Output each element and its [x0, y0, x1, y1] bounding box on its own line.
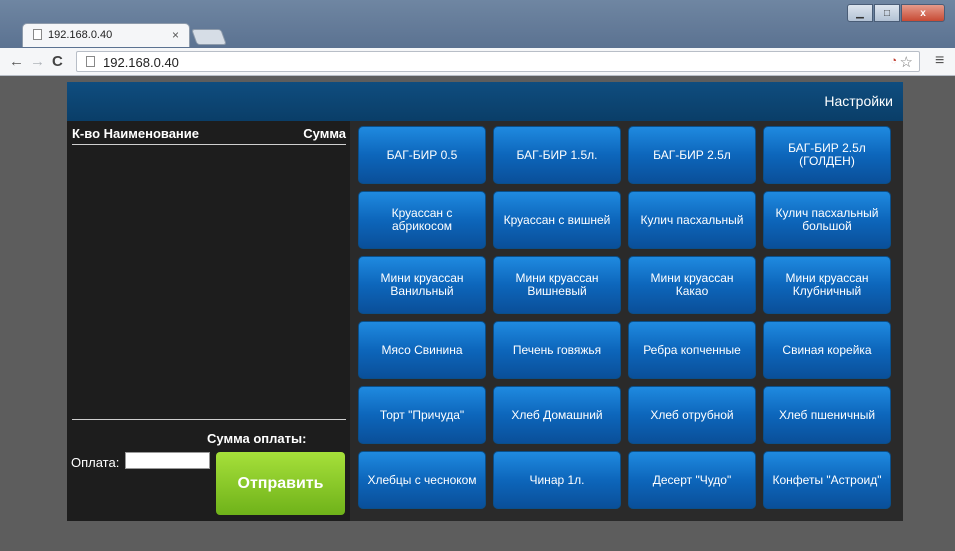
product-grid: БАГ-БИР 0.5 БАГ-БИР 1.5л. БАГ-БИР 2.5л БАГ-…	[358, 126, 898, 516]
product-button[interactable]: Торт "Причуда"	[358, 386, 486, 444]
product-button[interactable]: Хлеб отрубной	[628, 386, 756, 444]
product-button[interactable]: Кулич пасхальный	[628, 191, 756, 249]
address-bar[interactable]: 192.168.0.40 ◔ ☆	[76, 51, 920, 72]
product-button[interactable]: Мясо Свинина	[358, 321, 486, 379]
browser-titlebar: 192.168.0.40 × ▁ □ x	[0, 0, 955, 48]
order-list	[72, 148, 346, 418]
page-viewport: Настройки К-во Наименование Сумма Сумма …	[0, 76, 955, 551]
tab-close-icon[interactable]: ×	[172, 28, 179, 42]
back-arrow-icon[interactable]: ←	[9, 53, 24, 70]
product-button[interactable]: БАГ-БИР 2.5л	[628, 126, 756, 184]
maximize-button[interactable]: □	[874, 4, 900, 22]
send-button[interactable]: Отправить	[216, 452, 345, 515]
reload-icon[interactable]: C	[52, 53, 63, 70]
page-icon	[33, 29, 42, 40]
product-button[interactable]: Хлеб Домашний	[493, 386, 621, 444]
product-button[interactable]: Круассан с вишней	[493, 191, 621, 249]
product-button[interactable]: Конфеты "Астроид"	[763, 451, 891, 509]
tab-title: 192.168.0.40	[48, 29, 113, 41]
product-button[interactable]: Печень говяжья	[493, 321, 621, 379]
product-button[interactable]: Чинар 1л.	[493, 451, 621, 509]
forward-arrow-icon[interactable]: →	[30, 53, 45, 70]
payment-label: Оплата:	[71, 455, 120, 470]
product-button[interactable]: Свиная корейка	[763, 321, 891, 379]
product-button[interactable]: БАГ-БИР 1.5л.	[493, 126, 621, 184]
settings-link[interactable]: Настройки	[824, 93, 893, 109]
url-text[interactable]: 192.168.0.40	[103, 55, 179, 70]
bookmark-star-icon[interactable]: ☆	[900, 53, 913, 71]
app-header: Настройки	[67, 82, 903, 121]
order-table-header: К-во Наименование Сумма	[72, 126, 346, 145]
minimize-button[interactable]: ▁	[847, 4, 873, 22]
window-controls: ▁ □ x	[846, 4, 945, 22]
pos-app: Настройки К-во Наименование Сумма Сумма …	[67, 82, 903, 521]
payment-total-label: Сумма оплаты:	[207, 431, 307, 446]
product-button[interactable]: Круассан с абрикосом	[358, 191, 486, 249]
product-button[interactable]: Мини круассан Ванильный	[358, 256, 486, 314]
payment-input[interactable]	[125, 452, 210, 469]
product-button[interactable]: Мини круассан Вишневый	[493, 256, 621, 314]
column-header-sum: Сумма	[303, 126, 346, 141]
product-button[interactable]: Мини круассан Клубничный	[763, 256, 891, 314]
product-button[interactable]: Хлебцы с чесноком	[358, 451, 486, 509]
column-header-name: К-во Наименование	[72, 126, 200, 141]
browser-tab[interactable]: 192.168.0.40 ×	[22, 23, 190, 47]
translate-icon[interactable]: ◔	[890, 55, 897, 67]
menu-icon[interactable]: ≡	[935, 52, 944, 70]
close-window-button[interactable]: x	[901, 4, 945, 22]
product-button[interactable]: Мини круассан Какао	[628, 256, 756, 314]
page-icon	[86, 56, 95, 67]
product-button[interactable]: БАГ-БИР 2.5л (ГОЛДЕН)	[763, 126, 891, 184]
product-button[interactable]: БАГ-БИР 0.5	[358, 126, 486, 184]
order-panel: К-во Наименование Сумма Сумма оплаты: Оп…	[67, 121, 350, 521]
new-tab-button[interactable]	[191, 29, 227, 45]
divider	[72, 419, 346, 420]
product-button[interactable]: Хлеб пшеничный	[763, 386, 891, 444]
product-button[interactable]: Десерт "Чудо"	[628, 451, 756, 509]
product-button[interactable]: Ребра копченные	[628, 321, 756, 379]
product-button[interactable]: Кулич пасхальный большой	[763, 191, 891, 249]
browser-toolbar: ← → C 192.168.0.40 ◔ ☆ ≡	[0, 48, 955, 76]
